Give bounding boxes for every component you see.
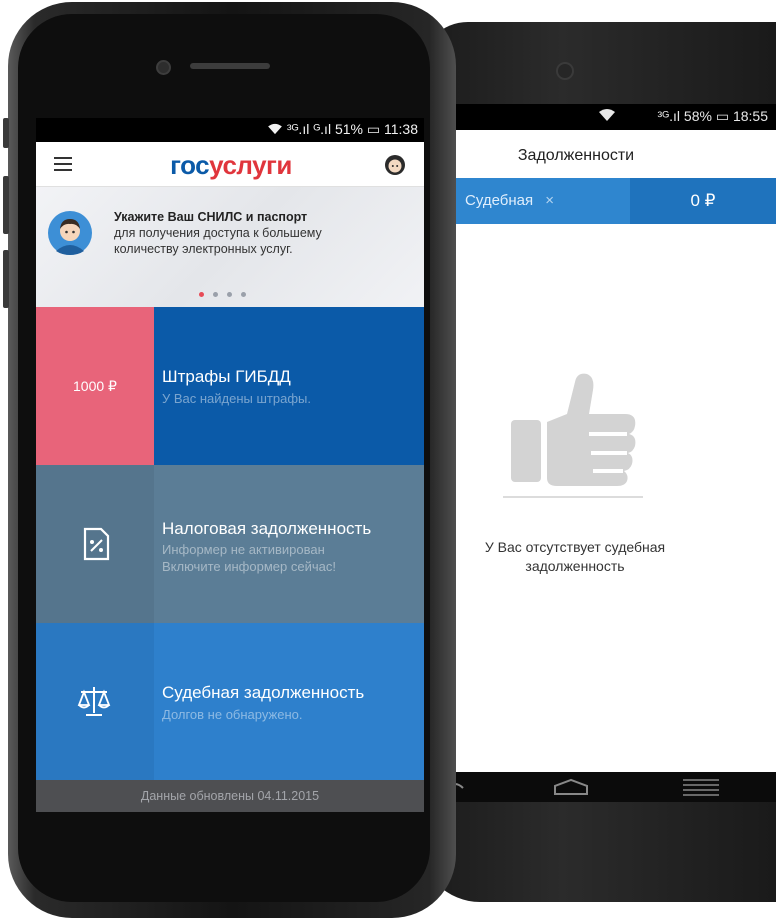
person-avatar-icon xyxy=(48,211,92,255)
iphone-status-bar: ³ᴳ.ıl ᴳ.ıl 51% ▭ 11:38 xyxy=(36,118,424,142)
banner-line-3: количеству электронных услуг. xyxy=(114,242,293,256)
close-icon[interactable]: × xyxy=(545,192,554,209)
clock: 11:38 xyxy=(384,121,418,137)
carousel-dot[interactable] xyxy=(227,292,232,297)
signal-indicator: ³ᴳ.ıl ᴳ.ıl xyxy=(286,121,332,137)
home-icon[interactable] xyxy=(553,778,589,796)
wifi-icon xyxy=(598,108,616,125)
tile-title: Судебная задолженность xyxy=(162,683,365,702)
carousel-dot-active[interactable] xyxy=(199,292,204,297)
logo-part-uslugi: услуги xyxy=(209,150,292,180)
banner-text: Укажите Ваш СНИЛС и паспорт для получени… xyxy=(114,209,414,257)
battery-icon: ▭ xyxy=(715,108,730,124)
tile-subtitle: Долгов не обнаружено. xyxy=(162,707,303,722)
tile-title: Штрафы ГИБДД xyxy=(162,367,291,386)
carousel-dots[interactable] xyxy=(199,284,269,297)
iphone-screen: ³ᴳ.ıl ᴳ.ıl 51% ▭ 11:38 госуслуги Укажите… xyxy=(36,118,424,812)
wifi-icon xyxy=(267,121,287,137)
volume-up-button xyxy=(3,176,9,234)
battery-icon: ▭ xyxy=(366,121,381,137)
front-camera xyxy=(156,60,171,75)
banner-line-1: Укажите Ваш СНИЛС и паспорт xyxy=(114,210,308,224)
volume-down-button xyxy=(3,250,9,308)
gosuslugi-logo: госуслуги xyxy=(136,150,326,180)
battery-level: 51% xyxy=(334,121,363,137)
mute-switch xyxy=(3,118,9,148)
scales-icon xyxy=(77,687,111,716)
tab-court-debt[interactable]: Судебная × xyxy=(455,178,630,224)
traffic-fines-tile[interactable]: 1000 ₽ Штрафы ГИБДД У Вас найдены штрафы… xyxy=(36,307,424,465)
promo-banner[interactable]: Укажите Ваш СНИЛС и паспорт для получени… xyxy=(36,187,424,307)
tax-debt-tile[interactable]: Налоговая задолженность Информер не акти… xyxy=(36,465,424,623)
empty-state-line-1: У Вас отсутствует судебная xyxy=(484,539,666,555)
debt-amount: 0 ₽ xyxy=(630,178,776,224)
carousel-dot[interactable] xyxy=(213,292,218,297)
android-status-bar: ³ᴳ.ıl 58% ▭ 18:55 xyxy=(455,104,776,130)
thumbs-up-icon xyxy=(503,373,643,498)
court-debt-tile[interactable]: Судебная задолженность Долгов не обнаруж… xyxy=(36,623,424,780)
tile-subtitle-line-2[interactable]: Включите информер сейчас! xyxy=(162,558,336,575)
tile-title: Налоговая задолженность xyxy=(162,519,372,538)
tab-label: Судебная xyxy=(465,192,534,209)
banner-line-2: для получения доступа к большему xyxy=(114,226,322,240)
tax-document-icon xyxy=(83,527,110,561)
empty-state-line-2: задолженность xyxy=(525,558,625,574)
menu-icon[interactable] xyxy=(54,157,72,171)
android-camera xyxy=(556,62,574,80)
empty-state-message: У Вас отсутствует судебная задолженность xyxy=(455,538,695,576)
android-screen: Задолженности Судебная × 0 ₽ У Вас отсут… xyxy=(455,130,776,772)
page-title: Задолженности xyxy=(517,147,635,164)
user-avatar-icon[interactable] xyxy=(384,154,406,176)
tile-subtitle-line-1: Информер не активирован xyxy=(162,542,325,557)
android-nav-bar xyxy=(446,772,776,802)
signal-indicator: ³ᴳ.ıl xyxy=(657,108,681,124)
app-header: госуслуги xyxy=(36,142,424,187)
debt-tab-bar: Судебная × 0 ₽ xyxy=(455,178,776,224)
fine-amount: 1000 ₽ xyxy=(36,307,154,465)
carousel-dot[interactable] xyxy=(241,292,246,297)
clock: 18:55 xyxy=(732,108,768,124)
battery-level: 58% xyxy=(683,108,712,124)
recent-apps-icon[interactable] xyxy=(681,777,721,797)
logo-part-gos: гос xyxy=(170,150,210,180)
tile-subtitle: У Вас найдены штрафы. xyxy=(162,391,311,406)
earpiece-speaker xyxy=(190,63,270,69)
last-updated-footer: Данные обновлены 04.11.2015 xyxy=(36,780,424,812)
